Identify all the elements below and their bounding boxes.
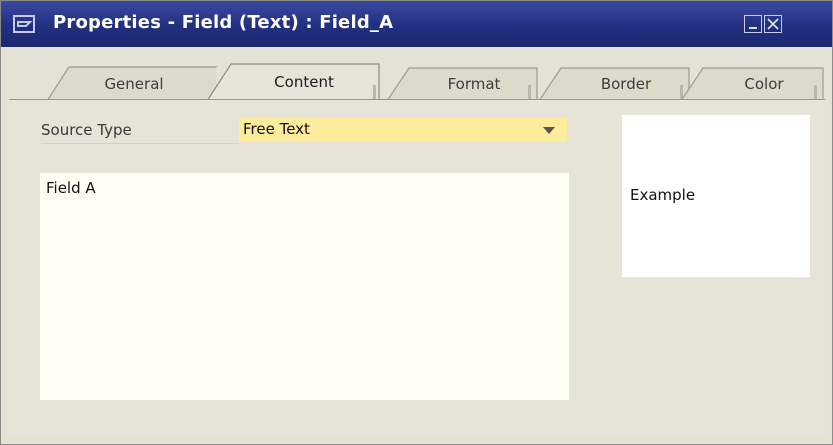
tab-color[interactable]: Color <box>681 65 825 101</box>
tab-strip: General Border Format Color Content <box>9 51 825 101</box>
window-title: Properties - Field (Text) : Field_A <box>53 12 394 33</box>
example-text: Example <box>630 186 696 204</box>
source-type-value: Free Text <box>243 120 310 138</box>
close-button[interactable] <box>764 15 782 33</box>
source-type-dropdown[interactable]: Free Text <box>239 117 567 142</box>
free-text-area[interactable]: Field A <box>40 173 569 400</box>
source-type-label: Source Type <box>41 121 239 144</box>
tab-format-label: Format <box>447 75 501 93</box>
window-properties-icon <box>13 13 37 35</box>
tab-color-label: Color <box>744 75 784 93</box>
tab-content[interactable]: Content <box>207 61 387 101</box>
close-icon <box>767 18 779 30</box>
properties-dialog: Properties - Field (Text) : Field_A Gene… <box>0 0 833 445</box>
example-preview: Example <box>622 115 810 277</box>
tab-general[interactable]: General <box>47 65 221 101</box>
tab-content-label: Content <box>274 73 334 91</box>
title-bar[interactable]: Properties - Field (Text) : Field_A <box>1 1 832 47</box>
tab-border[interactable]: Border <box>539 65 691 101</box>
tab-border-label: Border <box>600 75 652 93</box>
dropdown-arrow-icon[interactable] <box>543 127 555 134</box>
minimize-button[interactable] <box>744 15 762 33</box>
dialog-body: General Border Format Color Content Sour… <box>9 51 825 436</box>
tab-general-label: General <box>104 75 164 93</box>
tab-format[interactable]: Format <box>387 65 539 101</box>
